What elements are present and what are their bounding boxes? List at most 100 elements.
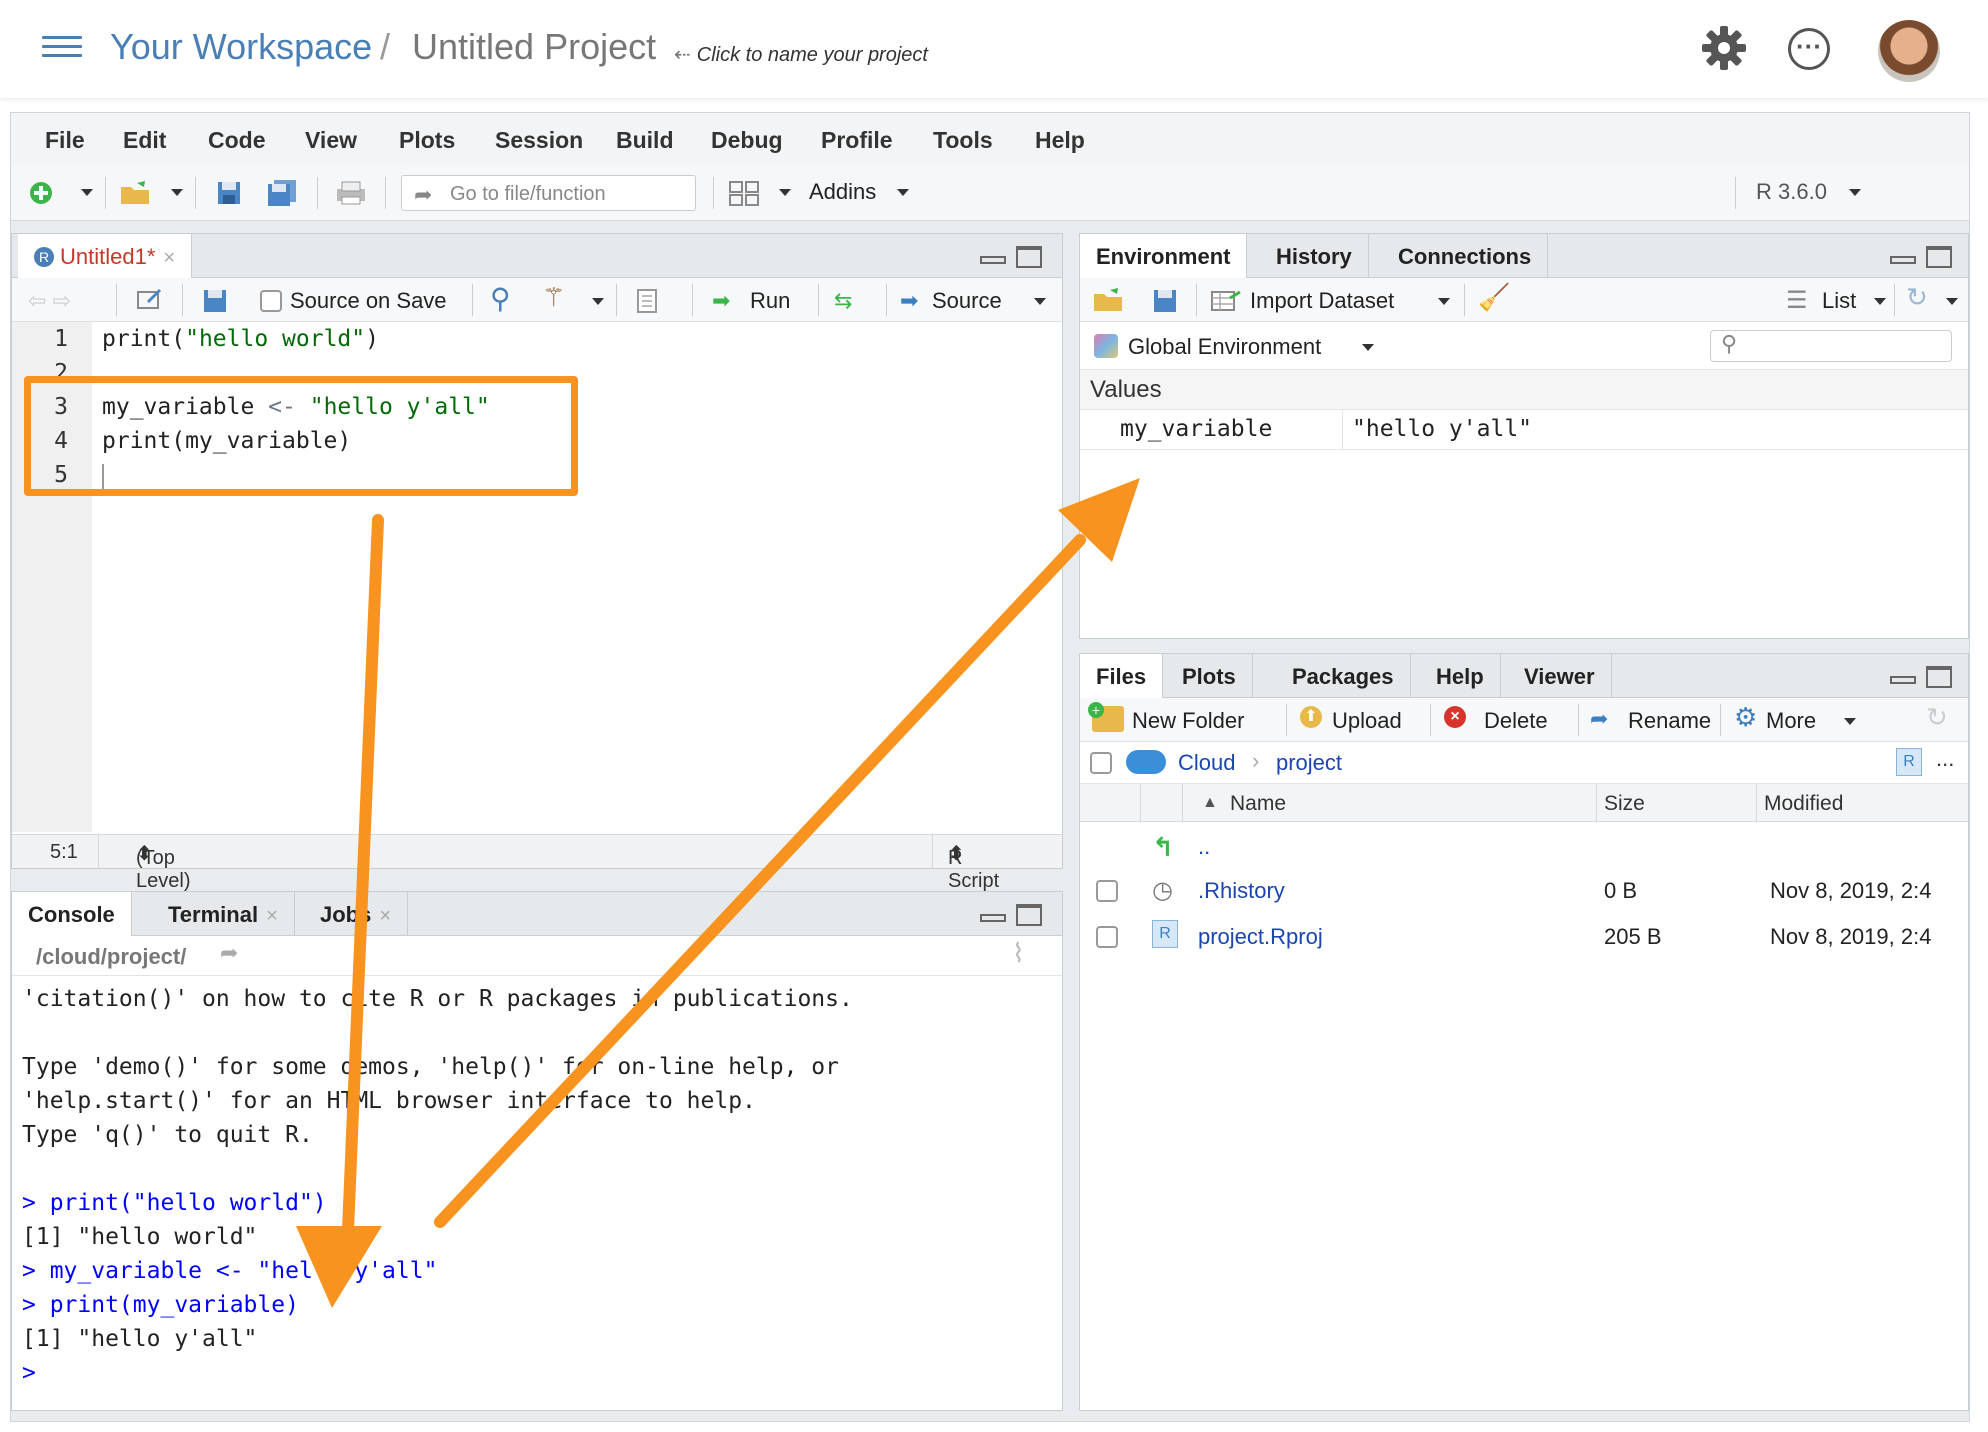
console-output[interactable]: 'citation()' on how to cite R or R packa… — [22, 982, 853, 1390]
menu-tools[interactable]: Tools — [933, 127, 993, 154]
open-file-icon[interactable] — [119, 179, 155, 207]
panes-caret-icon[interactable] — [779, 189, 791, 196]
file-row-parent[interactable]: ↰ .. — [1080, 826, 1968, 870]
close-tab-icon[interactable]: × — [266, 905, 278, 927]
delete-button[interactable]: Delete — [1484, 708, 1548, 734]
settings-gear-icon[interactable] — [1700, 24, 1748, 72]
tab-files[interactable]: Files — [1080, 654, 1164, 698]
r-version-caret-icon[interactable] — [1849, 189, 1861, 196]
minimize-pane-icon[interactable] — [1890, 256, 1916, 264]
menu-profile[interactable]: Profile — [821, 127, 893, 154]
tab-history[interactable]: History — [1260, 234, 1369, 278]
more-path-button[interactable]: ... — [1936, 746, 1954, 772]
maximize-pane-icon[interactable] — [1016, 246, 1042, 268]
tab-plots[interactable]: Plots — [1166, 654, 1253, 698]
view-mode-list[interactable]: List — [1822, 288, 1856, 314]
file-row[interactable]: R project.Rproj 205 B Nov 8, 2019, 2:4 — [1080, 916, 1968, 960]
go-to-directory-icon[interactable]: ➦ — [220, 940, 238, 966]
rename-button[interactable]: Rename — [1628, 708, 1711, 734]
close-tab-icon[interactable]: × — [163, 247, 175, 269]
tab-environment[interactable]: Environment — [1080, 234, 1248, 278]
print-icon[interactable] — [333, 179, 369, 207]
menu-edit[interactable]: Edit — [123, 127, 166, 154]
save-document-icon[interactable] — [202, 288, 228, 314]
menu-file[interactable]: File — [45, 127, 85, 154]
save-all-icon[interactable] — [265, 179, 299, 207]
save-icon[interactable] — [215, 179, 243, 207]
upload-button[interactable]: Upload — [1332, 708, 1402, 734]
find-replace-icon[interactable]: ⚲ — [490, 282, 511, 315]
run-button[interactable]: Run — [750, 288, 790, 314]
maximize-pane-icon[interactable] — [1926, 246, 1952, 268]
menu-hamburger-icon[interactable] — [42, 36, 82, 58]
list-caret-icon[interactable] — [1874, 298, 1886, 305]
source-button[interactable]: Source — [932, 288, 1002, 314]
tab-jobs[interactable]: Jobs × — [304, 892, 409, 936]
column-name[interactable]: Name — [1230, 792, 1286, 816]
compile-report-icon[interactable] — [634, 288, 660, 314]
tab-connections[interactable]: Connections — [1382, 234, 1549, 278]
minimize-pane-icon[interactable] — [1890, 676, 1916, 684]
project-r-icon[interactable]: R — [1896, 748, 1922, 776]
minimize-pane-icon[interactable] — [980, 914, 1006, 922]
tab-terminal[interactable]: Terminal × — [152, 892, 295, 936]
r-version-selector[interactable]: R 3.6.0 — [1756, 179, 1827, 205]
menu-session[interactable]: Session — [495, 127, 583, 154]
file-name-link[interactable]: project.Rproj — [1198, 924, 1323, 950]
project-title[interactable]: Untitled Project — [412, 26, 656, 68]
breadcrumb-project[interactable]: project — [1276, 750, 1342, 776]
code-tools-wand-icon[interactable]: ⚚ — [542, 282, 565, 313]
back-forward-icon[interactable]: ⇦ ⇨ — [28, 288, 71, 314]
code-tools-caret-icon[interactable] — [592, 298, 604, 305]
new-file-icon[interactable] — [27, 179, 55, 207]
import-dataset-icon[interactable] — [1210, 288, 1244, 314]
more-caret-icon[interactable] — [1844, 718, 1856, 725]
maximize-pane-icon[interactable] — [1926, 666, 1952, 688]
import-dataset-button[interactable]: Import Dataset — [1250, 288, 1394, 314]
refresh-icon[interactable]: ↻ — [1906, 282, 1928, 313]
clear-objects-broom-icon[interactable]: 🧹 — [1478, 282, 1510, 313]
scope-selector[interactable]: (Top Level) ⬍ — [136, 841, 190, 892]
file-name-link[interactable]: .Rhistory — [1198, 878, 1285, 904]
refresh-caret-icon[interactable] — [1946, 298, 1958, 305]
tab-viewer[interactable]: Viewer — [1508, 654, 1612, 698]
menu-build[interactable]: Build — [616, 127, 674, 154]
scope-caret-icon[interactable] — [1362, 344, 1374, 351]
tab-help[interactable]: Help — [1420, 654, 1501, 698]
user-avatar[interactable] — [1878, 20, 1940, 82]
more-button[interactable]: More — [1766, 708, 1816, 734]
minimize-pane-icon[interactable] — [980, 256, 1006, 264]
load-workspace-icon[interactable] — [1092, 286, 1128, 314]
menu-help[interactable]: Help — [1035, 127, 1085, 154]
file-checkbox[interactable] — [1096, 880, 1118, 902]
column-modified[interactable]: Modified — [1764, 792, 1843, 816]
addins-caret-icon[interactable] — [897, 189, 909, 196]
maximize-pane-icon[interactable] — [1016, 904, 1042, 926]
global-environment-selector[interactable]: Global Environment — [1128, 334, 1321, 360]
file-row[interactable]: ◷ .Rhistory 0 B Nov 8, 2019, 2:4 — [1080, 870, 1968, 914]
more-options-icon[interactable]: ··· — [1788, 28, 1830, 70]
breadcrumb-cloud[interactable]: Cloud — [1178, 750, 1235, 776]
menu-plots[interactable]: Plots — [399, 127, 455, 154]
show-in-window-icon[interactable] — [136, 288, 164, 312]
rerun-icon[interactable]: ⇆ — [834, 288, 852, 314]
select-all-checkbox[interactable] — [1090, 752, 1112, 774]
new-file-caret-icon[interactable] — [81, 189, 93, 196]
environment-variable-row[interactable]: my_variable "hello y'all" — [1080, 410, 1968, 450]
close-tab-icon[interactable]: × — [379, 905, 391, 927]
menu-debug[interactable]: Debug — [711, 127, 783, 154]
tab-untitled1[interactable]: R Untitled1* × — [18, 234, 193, 278]
save-workspace-icon[interactable] — [1152, 288, 1178, 314]
source-on-save-checkbox[interactable] — [260, 290, 282, 312]
workspace-link[interactable]: Your Workspace — [110, 26, 372, 68]
clear-console-broom-icon[interactable]: ⌇ — [1012, 938, 1025, 969]
tab-packages[interactable]: Packages — [1276, 654, 1411, 698]
refresh-files-icon[interactable]: ↻ — [1926, 702, 1948, 733]
import-dataset-caret-icon[interactable] — [1438, 298, 1450, 305]
file-type-selector[interactable]: R Script ⬍ — [948, 841, 999, 892]
file-checkbox[interactable] — [1096, 926, 1118, 948]
workspace-panes-icon[interactable] — [727, 179, 761, 207]
open-file-caret-icon[interactable] — [171, 189, 183, 196]
environment-search-input[interactable]: ⚲ — [1710, 330, 1952, 362]
column-size[interactable]: Size — [1604, 792, 1645, 816]
